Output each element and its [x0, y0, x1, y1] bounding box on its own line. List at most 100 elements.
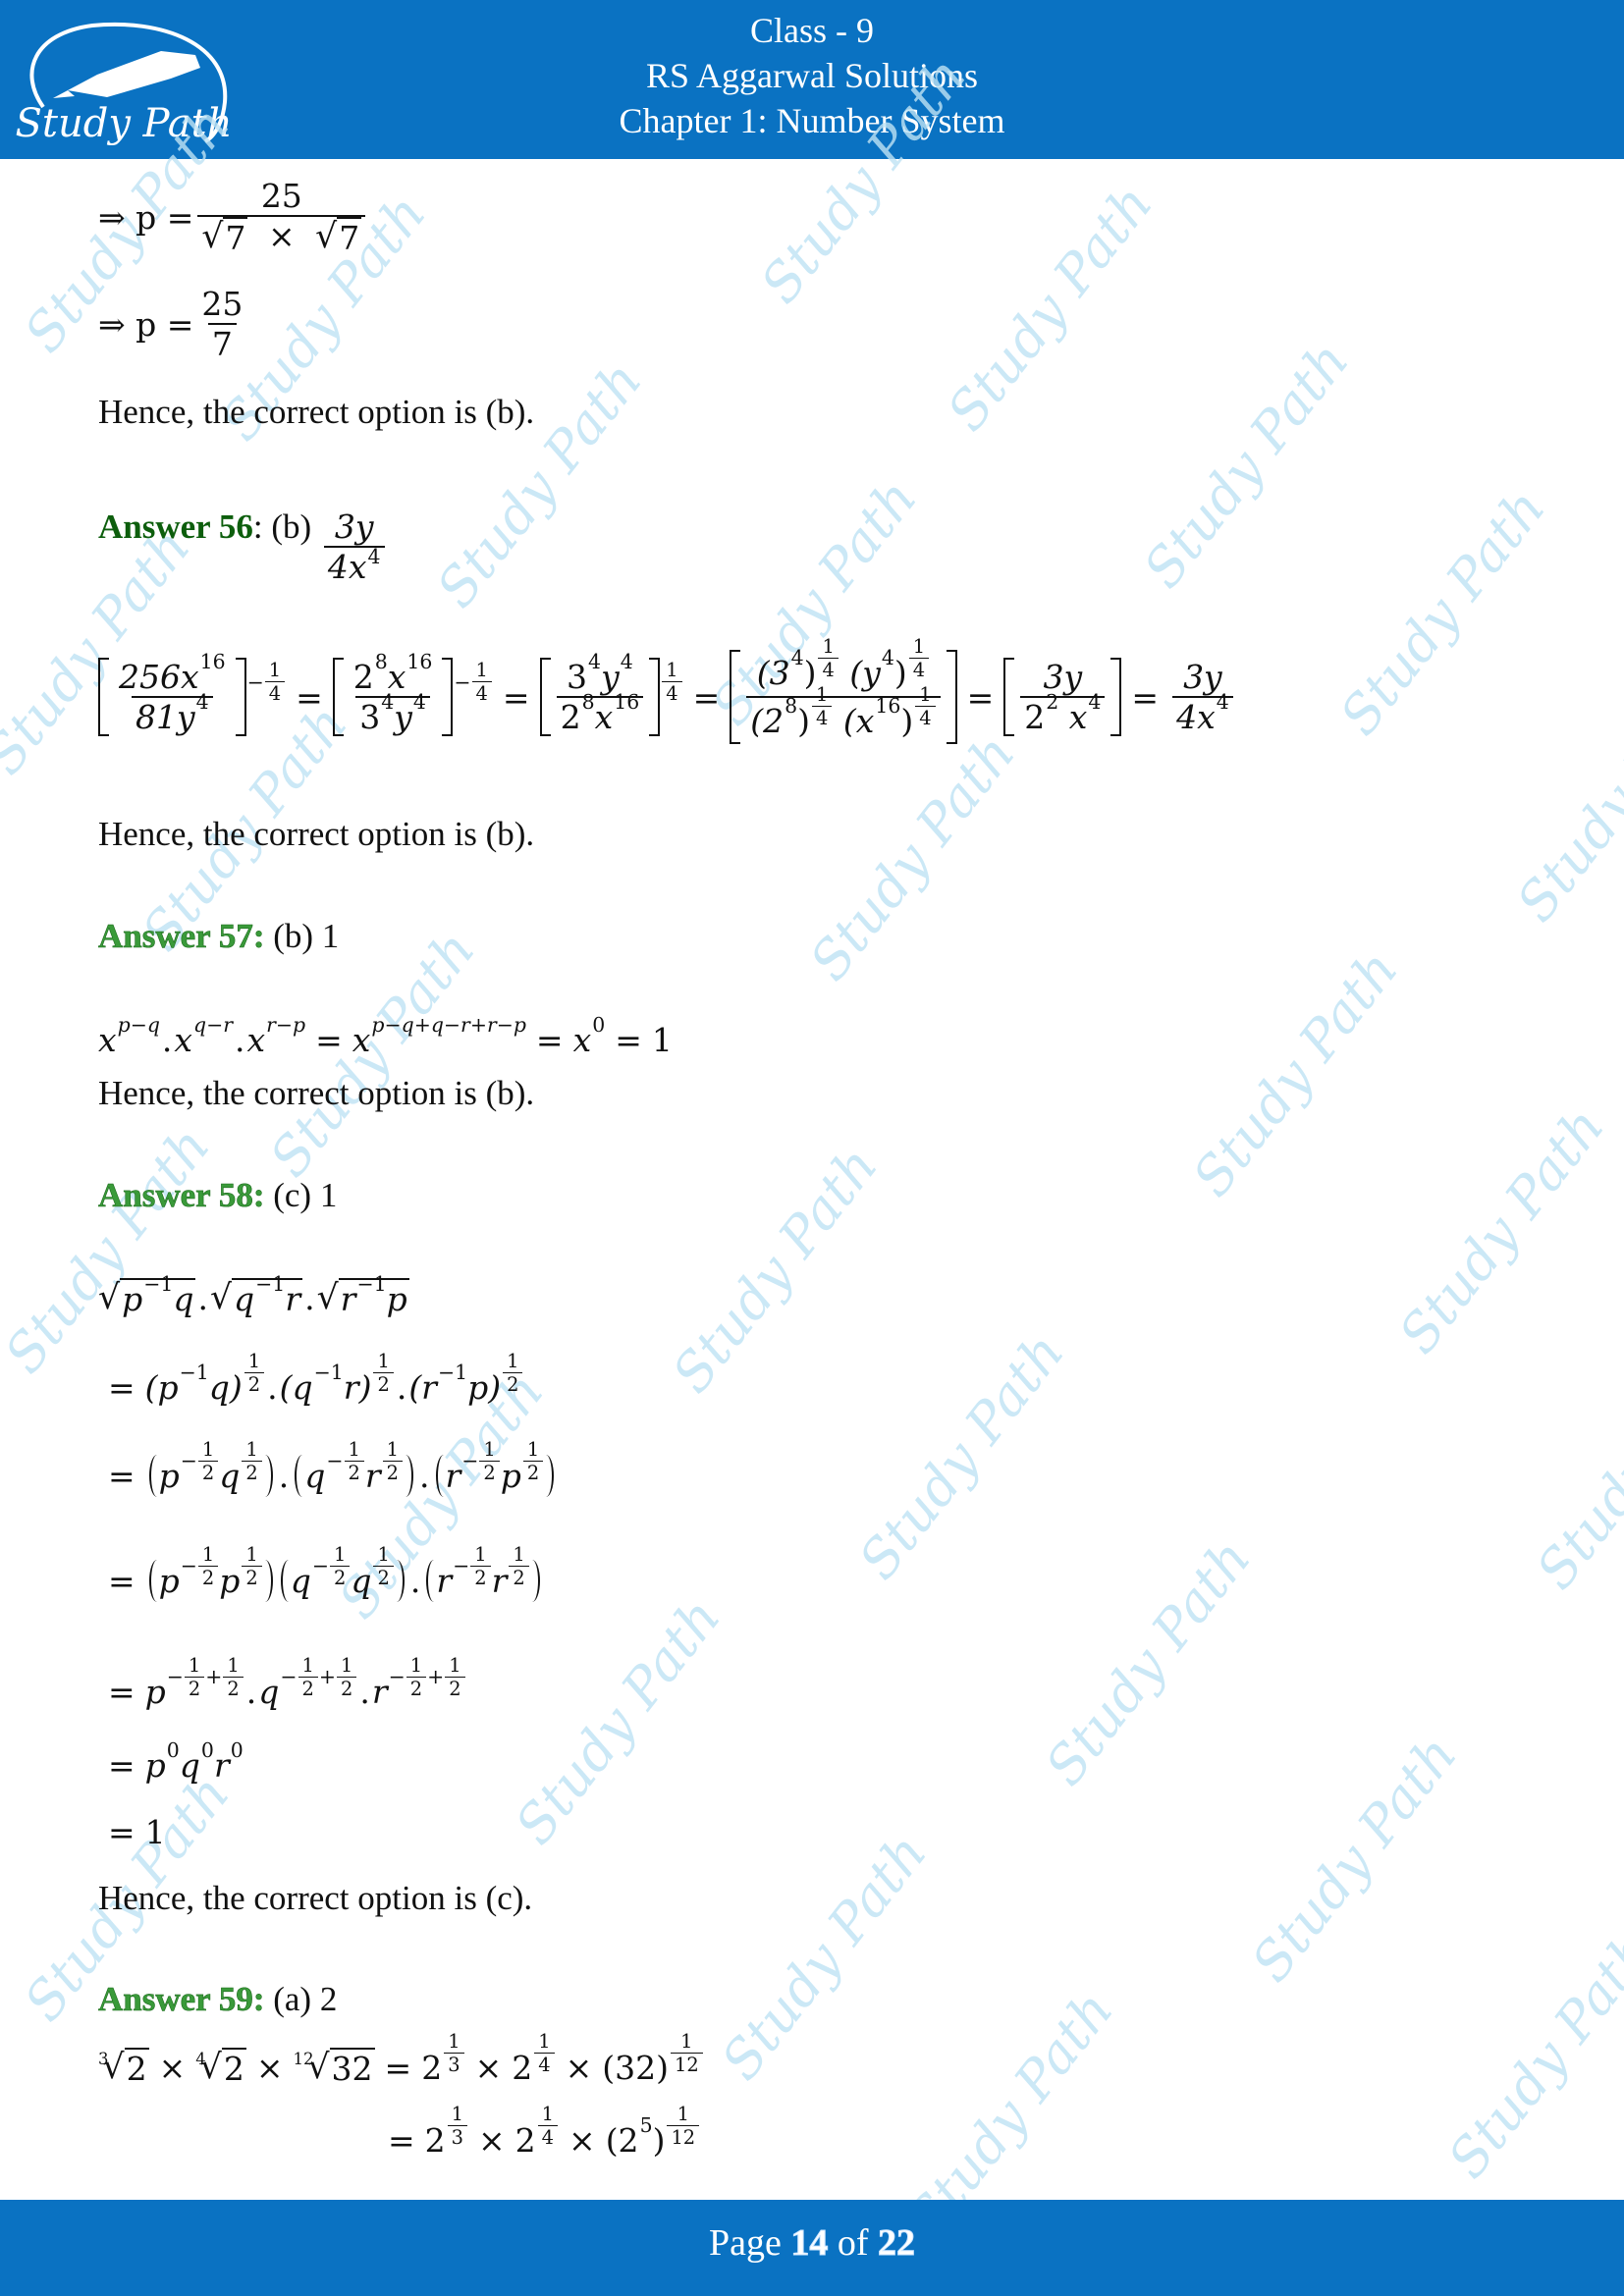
math-token: − [326, 1449, 344, 1473]
math-token: 2 [424, 2121, 446, 2160]
math-token [98, 658, 109, 736]
math-token: 1 [337, 1654, 356, 1677]
fraction: 12 [373, 1350, 394, 1396]
math-operator: . [197, 1279, 208, 1317]
math-token: 1 [383, 1438, 403, 1461]
math-token: − [454, 669, 471, 694]
fraction: 12 [197, 1542, 219, 1589]
exponent: −1 2 [181, 1543, 219, 1589]
math-token: 3 4 y 4 2 8 x 16 [551, 650, 650, 736]
math-token: 1 [677, 2030, 696, 2053]
math-token: − [180, 1554, 197, 1578]
radical-sign: √ [199, 2048, 222, 2087]
math-token: 2 [377, 1566, 390, 1589]
exponent: 14 [537, 2103, 559, 2149]
math-token: p −1 2 p 1 2 [157, 1543, 265, 1604]
total-pages: 22 [878, 2222, 916, 2265]
math-token: 1 [201, 1542, 215, 1566]
watermark: Study Path [935, 173, 1164, 443]
math-token: 2 [507, 1372, 519, 1396]
answer-label: Answer 57 [98, 917, 253, 956]
math-token: 2 [244, 1371, 265, 1396]
math-token: 1 [334, 1542, 347, 1566]
math-token: 4 [881, 646, 894, 670]
brackets: 3 4 y 4 2 8 x 16 [539, 650, 661, 736]
exponent: 8 [375, 650, 388, 673]
math-token: 2 [560, 698, 581, 736]
math-token: − [166, 1665, 184, 1689]
exponent: −1 2 +1 2 [280, 1654, 357, 1700]
math-token: 2 [449, 1677, 461, 1700]
math-token [265, 1558, 277, 1604]
math-token: 2 [1046, 690, 1059, 715]
math-token: 0 [166, 1738, 180, 1763]
fraction: 14 [534, 2030, 555, 2076]
exponent: 4 [1088, 690, 1101, 714]
radical: 4 √ 2 [195, 2048, 246, 2088]
exponent: 14 [817, 635, 839, 681]
current-page: 14 [790, 2222, 829, 2265]
math-token: q [179, 1746, 200, 1785]
math-token: −1 [313, 1361, 344, 1385]
math-token [839, 654, 850, 692]
math-token: q −1 2 r 1 2 [302, 1438, 406, 1499]
math-token: 2 [330, 1565, 351, 1589]
exponent: q−r [193, 1013, 233, 1037]
math-token: 4 [195, 690, 209, 715]
math-token: 1 [509, 1543, 528, 1566]
math-token: 3y 2 2 x4 [1014, 658, 1110, 736]
math-token: 12 [667, 2124, 700, 2149]
math-operator: = [966, 677, 995, 717]
exponent: 16 [875, 694, 900, 718]
math-token: 2 [445, 1676, 465, 1700]
math-token: p [500, 1457, 521, 1495]
math-operator: . [396, 1368, 407, 1407]
math-token: x [1068, 698, 1088, 736]
parentheses: r −1 2 p 1 2 [432, 1438, 559, 1499]
math-token: 2 [197, 1460, 219, 1484]
parentheses: q −1 2 r 1 2 [291, 1438, 417, 1499]
math-token: r [364, 1457, 381, 1495]
math-token: 2 [479, 1460, 500, 1484]
math-token [432, 1453, 444, 1499]
math-token: 2 8 x 16 3 4 y 4 [344, 650, 443, 736]
fraction: 3y 2 2 x4 [1020, 658, 1106, 736]
page-header: Study Path Class - 9 RS Aggarwal Solutio… [0, 0, 1624, 159]
math-token: 2 [184, 1676, 205, 1700]
exponent: 0 [231, 1738, 244, 1762]
math-token: 2 [409, 1677, 423, 1700]
math-token [406, 1453, 417, 1499]
math-token: 16 [199, 650, 226, 674]
radical: 12 √ 32 [293, 2048, 375, 2088]
conclusion-text: Hence, the correct option is (c). [98, 1879, 533, 1917]
math-token: 2 [223, 2050, 244, 2088]
exponent: 0 [201, 1738, 214, 1762]
math-token: 2 [344, 1460, 364, 1484]
math-token: 1 [242, 1438, 261, 1461]
math-token: 1 [662, 659, 681, 681]
math-token: 1 [483, 1437, 496, 1461]
math-token [235, 658, 246, 736]
math-token: 4 [915, 705, 936, 729]
math-token [265, 1453, 277, 1499]
math-token: 2 [503, 1371, 523, 1396]
exponent: −1 [143, 1272, 173, 1296]
math-token: 2 [483, 1461, 496, 1484]
fraction: 14 [818, 635, 839, 681]
exponent: 0 [167, 1738, 180, 1762]
math-token: 1 [503, 1350, 522, 1372]
math-token: 1 [451, 2102, 464, 2125]
math-token: + [318, 1665, 336, 1689]
math-token: 1 [201, 1437, 215, 1461]
fraction: 13 [444, 2030, 464, 2076]
math-token: 2 [336, 1676, 357, 1700]
math-token: 0 [230, 1738, 244, 1763]
math-token: r [340, 1280, 356, 1318]
math-token: ) [797, 702, 810, 740]
math-token: ) [652, 2121, 666, 2160]
math-token: q) [208, 1368, 243, 1407]
math-group: x4 [1068, 690, 1102, 736]
math-token: 2 [474, 1566, 487, 1589]
conclusion-text: Hence, the correct option is (b). [98, 815, 535, 853]
answer-59-heading: Answer 59: (a) 2 [98, 1980, 338, 2019]
